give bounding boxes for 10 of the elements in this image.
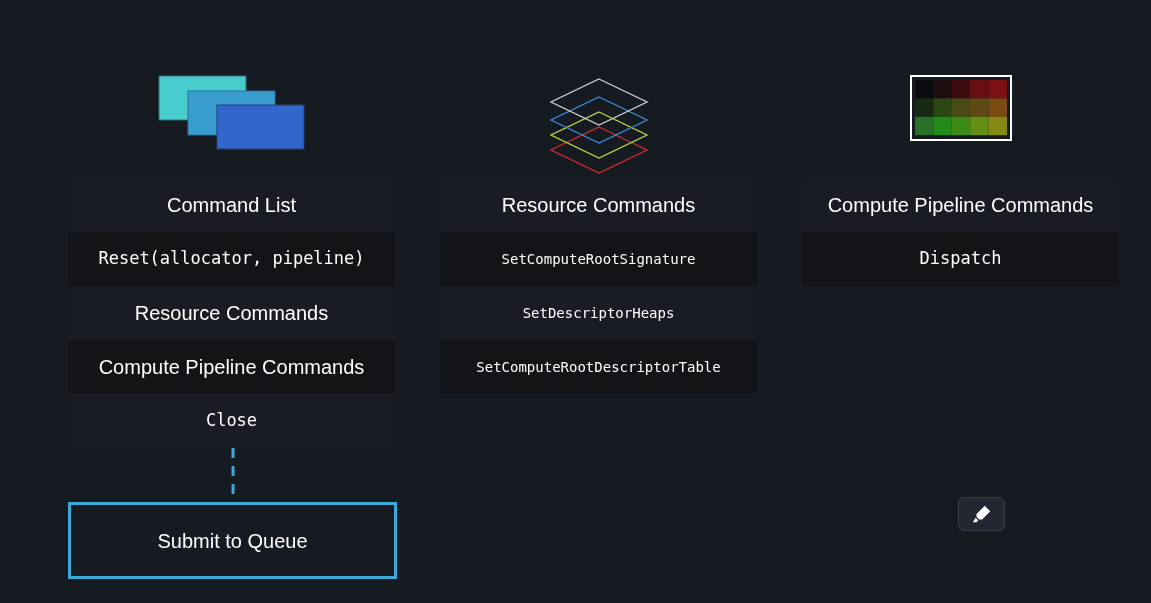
color-grid-icon bbox=[909, 75, 1012, 141]
code-command: Reset(allocator, pipeline) bbox=[68, 232, 395, 286]
highlighter-button[interactable] bbox=[958, 497, 1005, 531]
code-command: Dispatch bbox=[802, 232, 1119, 286]
command-group: Compute Pipeline Commands bbox=[68, 340, 395, 394]
code-command: SetComputeRootSignature bbox=[440, 232, 757, 286]
highlighter-icon bbox=[970, 503, 993, 525]
submit-to-queue-box: Submit to Queue bbox=[68, 502, 397, 579]
code-command: SetComputeRootDescriptorTable bbox=[440, 340, 757, 394]
stacked-rectangles-icon bbox=[158, 75, 305, 150]
